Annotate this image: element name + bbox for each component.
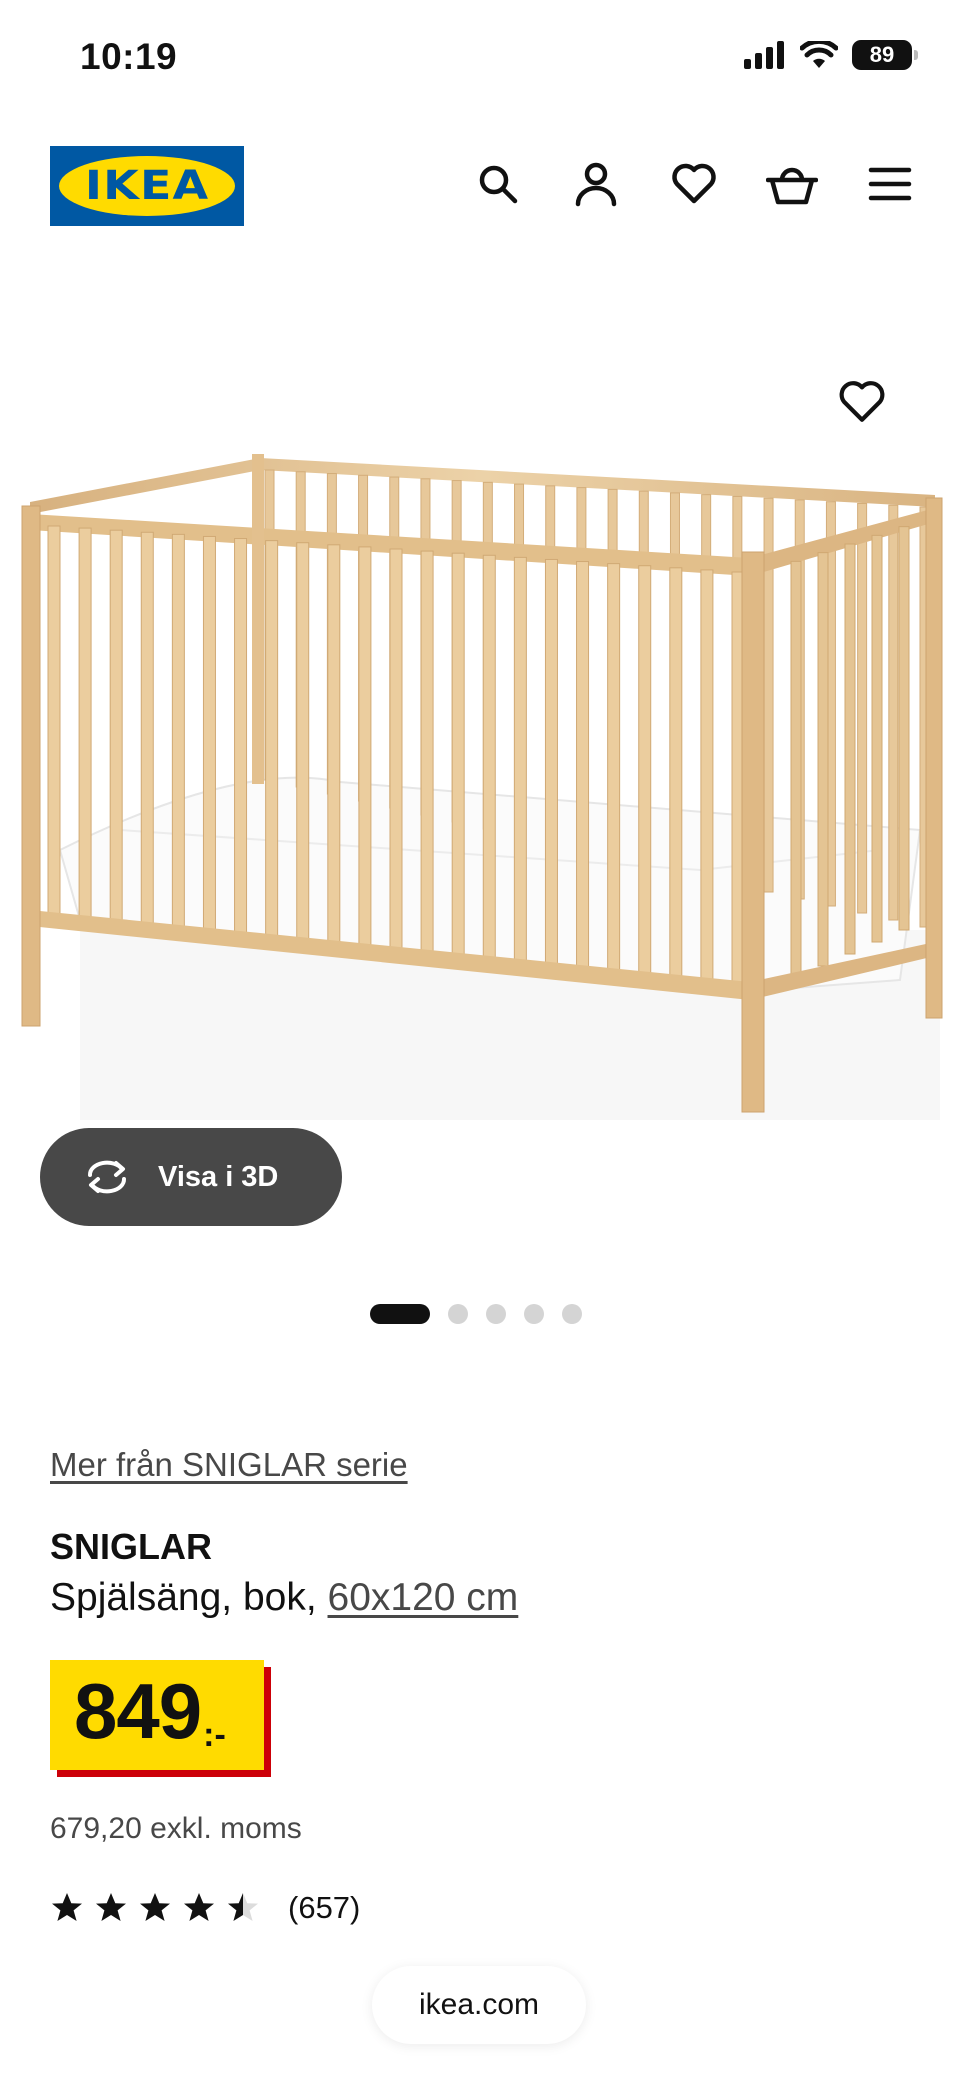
product-description-text: Spjälsäng, bok, [50,1576,328,1619]
battery-indicator: 89 [852,40,918,70]
rotate-3d-icon [88,1160,126,1194]
search-button[interactable] [468,154,528,214]
star-full-icon [184,1893,214,1921]
size-link[interactable]: 60x120 cm [328,1576,519,1619]
search-icon [479,165,518,204]
carousel-dot[interactable] [562,1304,582,1324]
site-header: IKEA [0,140,960,230]
series-link[interactable]: Mer från SNIGLAR serie [50,1446,408,1484]
carousel-dot[interactable] [486,1304,506,1324]
view-in-3d-button[interactable]: Visa i 3D [40,1128,342,1226]
product-name: SNIGLAR [50,1526,212,1567]
wifi-icon [800,41,838,68]
cart-button[interactable] [762,154,822,214]
view-in-3d-label: Visa i 3D [158,1160,279,1193]
add-to-favourites-button[interactable] [830,370,894,434]
browser-url: ikea.com [418,1988,540,2021]
heart-icon [839,381,885,422]
star-half-icon [228,1893,258,1921]
carousel-dot-active[interactable] [370,1304,430,1324]
status-time: 10:19 [80,36,178,77]
star-full-icon [140,1893,170,1921]
header-actions [468,154,920,214]
logo-oval: IKEA [59,156,235,216]
product-description: Spjälsäng, bok, 60x120 cm [50,1576,518,1620]
ikea-logo[interactable]: IKEA [50,146,244,226]
account-button[interactable] [566,154,626,214]
browser-url-bar[interactable]: ikea.com [372,1966,586,2044]
price-integer: 849 [74,1667,202,1755]
account-icon [575,162,617,207]
signal-icon [744,41,784,69]
price-excluding-vat: 679,20 exkl. moms [50,1812,302,1845]
review-count: (657) [288,1890,361,1925]
star-full-icon [96,1893,126,1921]
carousel-dot[interactable] [448,1304,468,1324]
shopping-basket-icon [766,167,818,205]
battery-level: 89 [869,42,895,67]
status-icons: 89 [744,40,918,70]
carousel-dot[interactable] [524,1304,544,1324]
product-rating[interactable]: (657) [50,1890,360,1926]
hamburger-menu-icon [868,167,912,201]
heart-icon [672,163,716,204]
rating-stars [50,1891,260,1925]
star-full-icon [52,1893,82,1921]
product-image-crib[interactable] [0,330,960,1130]
status-bar: 10:19 89 [0,0,960,120]
menu-button[interactable] [860,154,920,214]
image-carousel-dots [370,1304,582,1324]
logo-text: IKEA [84,163,210,209]
favourites-button[interactable] [664,154,724,214]
price-tag: 849 :- [50,1660,264,1770]
price-suffix: :- [203,1716,226,1754]
